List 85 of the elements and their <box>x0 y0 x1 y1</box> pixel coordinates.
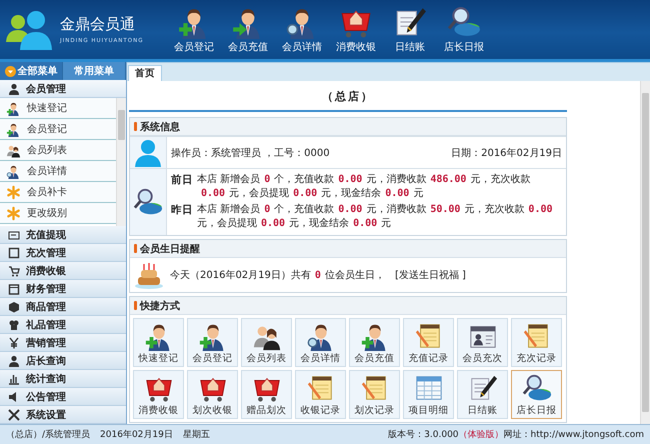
toolbar-button[interactable]: 日结账 <box>390 5 430 54</box>
version-text: 版本号：3.0.000 <box>388 428 459 441</box>
asterisk-icon <box>6 184 21 200</box>
date-text: 日期：2016年02月19日 <box>451 146 562 160</box>
status-text: （总店）/系统管理员 <box>6 428 90 441</box>
user-avatar-icon <box>135 138 161 166</box>
toolbar-button[interactable]: 消费收银 <box>336 5 376 54</box>
day-summary-text: 本店 新增会员 0 个，充值收款 0.00 元，消费收款 486.00 元，充次收款 0.00 元，会员提现 0.00 元，现金结余 0.00 元 <box>197 173 532 201</box>
user-icon <box>8 82 20 94</box>
square-icon <box>8 246 20 258</box>
menu-group[interactable]: 系统设置 <box>0 406 126 424</box>
section-marker-icon <box>134 301 137 310</box>
bar-chart-icon <box>8 372 20 384</box>
panel-title: 系统信息 <box>140 120 180 134</box>
menu-group[interactable]: 统计查询 <box>0 370 126 388</box>
toolbar-button[interactable]: 会员充值 <box>228 5 268 54</box>
day-summary-text: 本店 新增会员 0 个，充值收款 0.00 元，消费收款 50.00 元，充次收款 0.00 元，会员提现 0.00 元，现金结余 0.00 元 <box>197 203 554 231</box>
shortcut-button[interactable]: 划次收银 <box>187 370 238 419</box>
person-plus-icon <box>6 100 21 116</box>
status-text: 2016年02月19日 <box>100 428 173 441</box>
dropdown-icon <box>4 66 16 76</box>
menu-group[interactable]: 会员管理 <box>0 80 126 98</box>
shortcut-button[interactable]: 快速登记 <box>133 318 184 367</box>
menu-tab[interactable]: 全部菜单 <box>0 62 63 80</box>
birthday-text: 今天（2016年02月19日）共有 0 位会员生日， <box>170 268 385 282</box>
panel-title: 快捷方式 <box>140 299 180 312</box>
website-text: 网址：http://www.jtongsoft.com <box>504 428 644 441</box>
shortcut-button[interactable]: 项目明细 <box>403 370 454 419</box>
shortcut-button[interactable]: 会员列表 <box>241 318 292 367</box>
shortcut-button[interactable]: 划次记录 <box>349 370 400 419</box>
shortcut-button[interactable]: 店长日报 <box>511 370 562 419</box>
app-title: 金鼎会员通 <box>60 15 136 34</box>
edition-text: （体验版） <box>458 428 504 441</box>
cart-icon <box>8 264 20 276</box>
shortcut-button[interactable]: 会员登记 <box>187 318 238 367</box>
calendar-icon <box>8 282 20 294</box>
menu-group[interactable]: 充次管理 <box>0 244 126 262</box>
asterisk-icon <box>6 206 21 220</box>
menu-item[interactable]: 会员补卡 <box>0 182 116 203</box>
shortcut-button[interactable]: 收银记录 <box>295 370 346 419</box>
menu-group[interactable]: 公告管理 <box>0 388 126 406</box>
send-greeting-link[interactable]: [发送生日祝福 ] <box>394 268 466 282</box>
menu-group[interactable]: 商品管理 <box>0 298 126 316</box>
menu-group[interactable]: 礼品管理 <box>0 316 126 334</box>
day-label: 前日 <box>171 173 193 188</box>
menu-item[interactable]: 会员详情 <box>0 161 116 182</box>
status-text: 星期五 <box>182 428 210 441</box>
shortcut-button[interactable]: 会员详情 <box>295 318 346 367</box>
toolbar-button[interactable]: 店长日报 <box>444 5 484 54</box>
card-icon <box>8 228 20 240</box>
page-title: （总店） <box>321 89 375 105</box>
cake-icon <box>134 261 164 289</box>
shortcut-button[interactable]: 消费收银 <box>133 370 184 419</box>
scrollbar[interactable] <box>116 98 126 226</box>
menu-item[interactable]: 更改级别 <box>0 203 116 224</box>
shortcut-button[interactable]: 充次记录 <box>511 318 562 367</box>
toolbar-button[interactable]: 会员详情 <box>282 5 322 54</box>
menu-group[interactable]: 店长查询 <box>0 352 126 370</box>
day-label: 昨日 <box>171 203 193 218</box>
user-icon <box>8 354 20 366</box>
menu-item[interactable]: 会员列表 <box>0 140 116 161</box>
pie-magnifier-icon <box>447 5 481 39</box>
pie-magnifier-icon <box>522 372 552 402</box>
pie-magnifier-icon <box>133 187 163 217</box>
person-magnifier-icon <box>6 164 21 178</box>
person-plus-icon <box>6 122 21 136</box>
section-marker-icon <box>134 244 137 253</box>
scrollbar[interactable] <box>640 81 650 424</box>
menu-item[interactable]: 会员登记 <box>0 119 116 140</box>
shortcut-button[interactable]: 会员充值 <box>349 318 400 367</box>
menu-group[interactable]: 充值提现 <box>0 226 126 244</box>
menu-group[interactable]: 消费收银 <box>0 262 126 280</box>
shortcut-button[interactable]: 会员充次 <box>457 318 508 367</box>
shortcut-button[interactable]: 充值记录 <box>403 318 454 367</box>
page-tab[interactable]: 首页 <box>128 65 162 81</box>
menu-item[interactable]: 快速登记 <box>0 98 116 119</box>
menu-group[interactable]: 营销管理 <box>0 334 126 352</box>
shortcut-button[interactable]: 赠品划次 <box>241 370 292 419</box>
section-marker-icon <box>134 122 137 131</box>
menu-group[interactable]: 财务管理 <box>0 280 126 298</box>
operator-text: 操作员：系统管理员 ，工号：0000 <box>171 146 330 160</box>
panel-title: 会员生日提醒 <box>140 242 200 256</box>
yen-icon <box>8 336 20 348</box>
toolbar-button[interactable]: 会员登记 <box>174 5 214 54</box>
shortcut-button[interactable]: 日结账 <box>457 370 508 419</box>
